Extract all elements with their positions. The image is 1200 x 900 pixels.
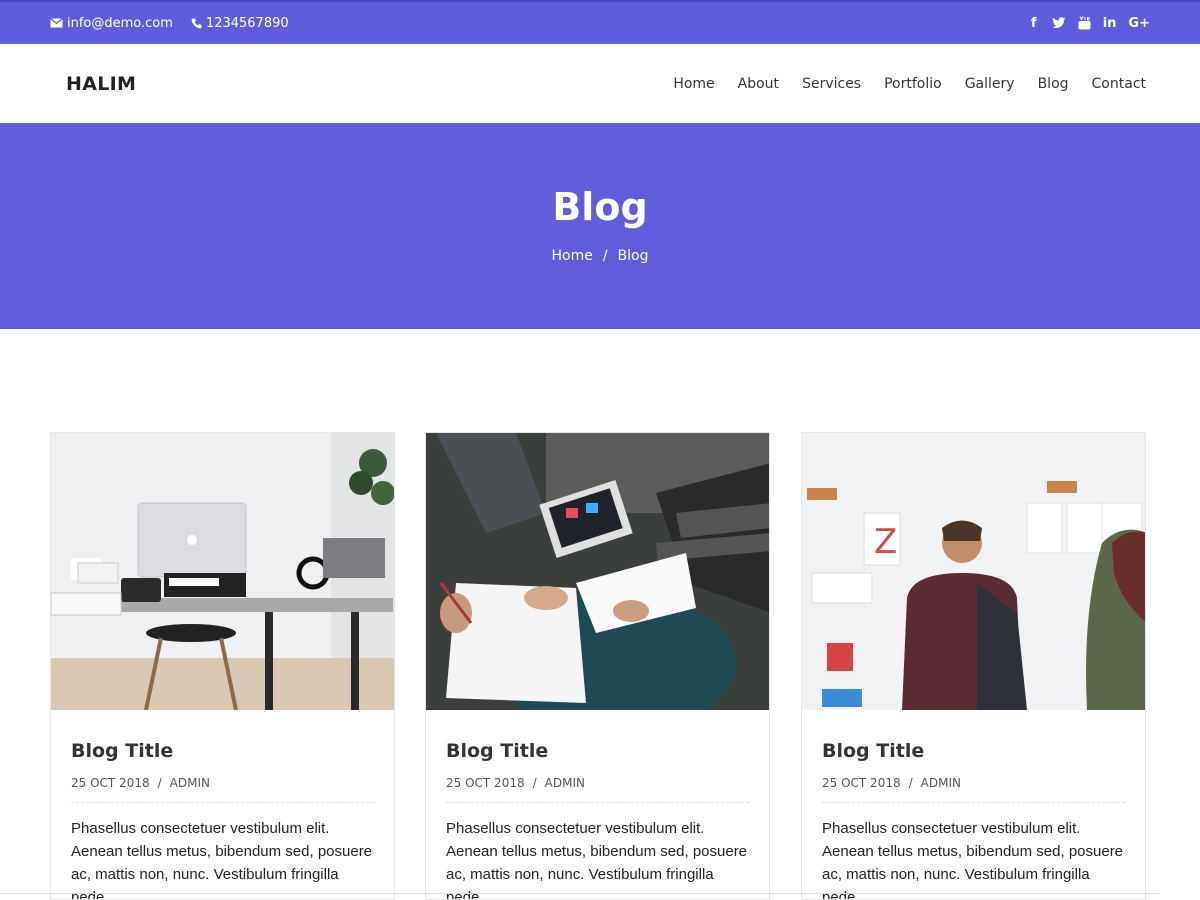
breadcrumb-home[interactable]: Home	[551, 248, 592, 264]
meta-separator: /	[908, 776, 913, 790]
blog-card[interactable]: Blog Title 25 OCT 2018 / ADMIN Phasellus…	[50, 432, 395, 900]
blog-card-body: Blog Title 25 OCT 2018 / ADMIN Phasellus…	[802, 710, 1145, 900]
phone-icon	[191, 18, 202, 29]
blog-title[interactable]: Blog Title	[446, 740, 749, 762]
nav-home[interactable]: Home	[673, 76, 714, 92]
breadcrumb-separator: /	[602, 248, 608, 264]
divider	[0, 893, 1160, 894]
page-header: Blog Home / Blog	[0, 123, 1200, 329]
blog-meta: 25 OCT 2018 / ADMIN	[446, 776, 749, 803]
nav-services[interactable]: Services	[802, 76, 861, 92]
blog-card-body: Blog Title 25 OCT 2018 / ADMIN Phasellus…	[426, 710, 769, 900]
blog-meta: 25 OCT 2018 / ADMIN	[822, 776, 1125, 803]
top-bar: info@demo.com 1234567890 f in G+	[0, 0, 1200, 44]
meta-separator: /	[157, 776, 162, 790]
blog-image-workspace[interactable]	[51, 433, 394, 710]
nav-contact[interactable]: Contact	[1092, 76, 1146, 92]
facebook-icon[interactable]: f	[1028, 15, 1040, 31]
blog-date: 25 OCT 2018	[446, 776, 525, 790]
blog-grid: Blog Title 25 OCT 2018 / ADMIN Phasellus…	[50, 432, 1146, 900]
google-plus-icon[interactable]: G+	[1128, 15, 1150, 31]
blog-title[interactable]: Blog Title	[71, 740, 374, 762]
email-text: info@demo.com	[67, 15, 173, 31]
email-link[interactable]: info@demo.com	[50, 16, 173, 31]
main-nav: Home About Services Portfolio Gallery Bl…	[673, 76, 1146, 92]
blog-author[interactable]: ADMIN	[545, 776, 585, 790]
blog-card[interactable]: Z Blog Title 25 OCT 2018 / ADMIN Phasell…	[801, 432, 1146, 900]
breadcrumb: Home / Blog	[0, 248, 1200, 264]
envelope-icon	[50, 18, 63, 28]
phone-link[interactable]: 1234567890	[191, 16, 289, 31]
nav-blog[interactable]: Blog	[1038, 76, 1069, 92]
page-title: Blog	[552, 185, 648, 229]
blog-excerpt: Phasellus consectetuer vestibulum elit. …	[446, 820, 748, 900]
blog-author[interactable]: ADMIN	[921, 776, 961, 790]
breadcrumb-current: Blog	[617, 248, 649, 264]
linkedin-icon[interactable]: in	[1103, 15, 1117, 31]
blog-image-meeting[interactable]	[426, 433, 769, 710]
svg-text:Z: Z	[874, 522, 897, 562]
nav-gallery[interactable]: Gallery	[965, 76, 1015, 92]
youtube-icon[interactable]	[1078, 15, 1091, 31]
blog-excerpt: Phasellus consectetuer vestibulum elit. …	[71, 820, 373, 900]
blog-meta: 25 OCT 2018 / ADMIN	[71, 776, 374, 803]
contact-info: info@demo.com 1234567890	[50, 16, 289, 31]
twitter-icon[interactable]	[1051, 15, 1066, 31]
social-links: f in G+	[1028, 15, 1150, 31]
blog-date: 25 OCT 2018	[71, 776, 150, 790]
brand-logo[interactable]: HALIM	[66, 73, 136, 95]
blog-image-whiteboard[interactable]: Z	[802, 433, 1145, 710]
blog-date: 25 OCT 2018	[822, 776, 901, 790]
blog-author[interactable]: ADMIN	[170, 776, 210, 790]
blog-card-body: Blog Title 25 OCT 2018 / ADMIN Phasellus…	[51, 710, 394, 900]
nav-about[interactable]: About	[738, 76, 779, 92]
nav-portfolio[interactable]: Portfolio	[884, 76, 942, 92]
blog-title[interactable]: Blog Title	[822, 740, 1125, 762]
navbar: HALIM Home About Services Portfolio Gall…	[0, 44, 1200, 123]
meta-separator: /	[532, 776, 537, 790]
phone-text: 1234567890	[205, 15, 289, 31]
blog-excerpt: Phasellus consectetuer vestibulum elit. …	[822, 820, 1124, 900]
blog-card[interactable]: Blog Title 25 OCT 2018 / ADMIN Phasellus…	[425, 432, 770, 900]
